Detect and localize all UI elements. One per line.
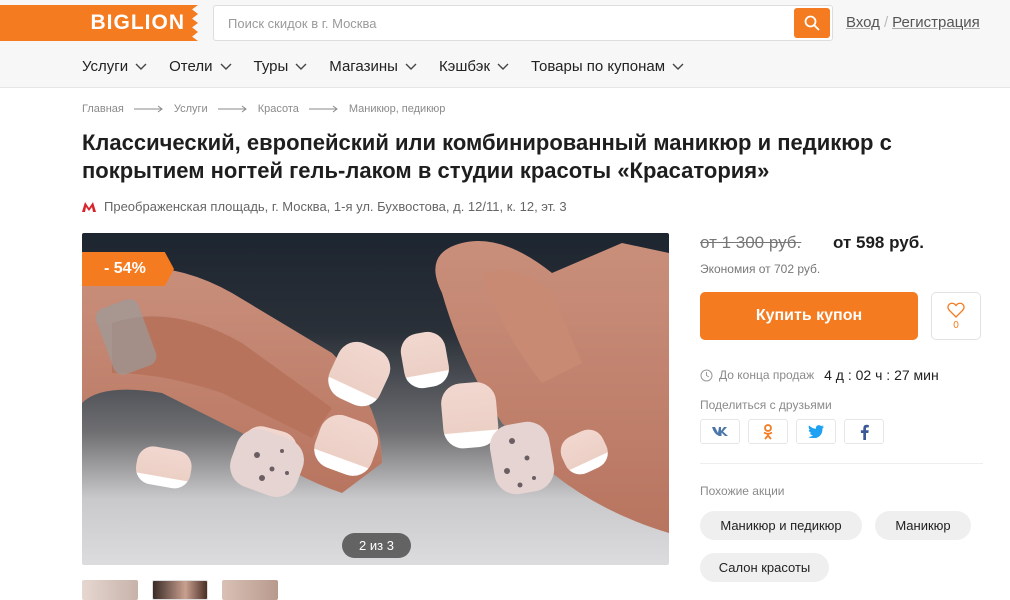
biglion-logo[interactable]: BIGLION bbox=[0, 5, 198, 41]
old-price: от 1 300 руб. bbox=[700, 233, 802, 252]
login-link[interactable]: Вход bbox=[846, 14, 880, 31]
metro-icon bbox=[82, 201, 96, 212]
auth-links: Вход / Регистрация bbox=[846, 14, 980, 31]
share-buttons bbox=[700, 419, 884, 444]
search-input[interactable] bbox=[214, 6, 794, 40]
chevron-down-icon bbox=[220, 63, 231, 70]
arrow-right-icon bbox=[217, 105, 247, 113]
new-price: от 598 руб. bbox=[833, 233, 924, 252]
favorite-button[interactable]: 0 bbox=[931, 292, 981, 340]
odnoklassniki-icon bbox=[763, 423, 773, 440]
arrow-right-icon bbox=[133, 105, 163, 113]
chevron-down-icon bbox=[295, 63, 307, 70]
main-nav: Услуги Отели Туры Магазины Кэшбэк Товары… bbox=[82, 58, 706, 75]
chevron-down-icon bbox=[135, 63, 147, 70]
nav-item-coupon-goods[interactable]: Товары по купонам bbox=[531, 58, 684, 75]
thumbnail-1[interactable] bbox=[82, 580, 138, 600]
thumbnail-strip bbox=[82, 580, 278, 600]
clock-icon bbox=[700, 369, 713, 381]
auth-separator: / bbox=[883, 14, 889, 31]
breadcrumb-services[interactable]: Услуги bbox=[174, 103, 208, 115]
address-text: Преображенская площадь, г. Москва, 1-я у… bbox=[104, 199, 567, 214]
similar-tag-manicure[interactable]: Маникюр bbox=[875, 511, 971, 540]
breadcrumb-manicure[interactable]: Маникюр, педикюр bbox=[349, 103, 446, 115]
facebook-icon bbox=[860, 424, 869, 440]
share-twitter-button[interactable] bbox=[796, 419, 836, 444]
breadcrumb-home[interactable]: Главная bbox=[82, 103, 124, 115]
nav-item-hotels[interactable]: Отели bbox=[169, 58, 231, 75]
page-title: Классический, европейский или комбиниров… bbox=[82, 130, 892, 183]
nav-item-tours[interactable]: Туры bbox=[254, 58, 308, 75]
address: Преображенская площадь, г. Москва, 1-я у… bbox=[82, 199, 567, 214]
chevron-down-icon bbox=[405, 63, 417, 70]
sale-deadline: До конца продаж 4 д : 02 ч : 27 мин bbox=[700, 367, 939, 383]
photo-counter: 2 из 3 bbox=[342, 533, 411, 558]
arrow-right-icon bbox=[308, 105, 338, 113]
nav-item-services[interactable]: Услуги bbox=[82, 58, 147, 75]
vk-icon bbox=[712, 427, 728, 436]
chevron-down-icon bbox=[497, 63, 509, 70]
nav-label: Услуги bbox=[82, 58, 129, 75]
nav-label: Туры bbox=[253, 58, 289, 75]
divider bbox=[700, 463, 983, 464]
deal-photo[interactable] bbox=[82, 233, 669, 565]
search-icon bbox=[804, 15, 820, 31]
buy-coupon-button[interactable]: Купить купон bbox=[700, 292, 918, 340]
similar-deals-label: Похожие акции bbox=[700, 484, 785, 498]
breadcrumb-beauty[interactable]: Красота bbox=[258, 103, 299, 115]
deadline-timer: 4 д : 02 ч : 27 мин bbox=[824, 367, 939, 383]
chevron-down-icon bbox=[672, 63, 684, 70]
breadcrumb: Главная Услуги Красота Маникюр, педикюр bbox=[82, 103, 445, 115]
similar-tag-beauty-salon[interactable]: Салон красоты bbox=[700, 553, 829, 582]
share-facebook-button[interactable] bbox=[844, 419, 884, 444]
search-button[interactable] bbox=[794, 8, 830, 38]
thumbnail-3[interactable] bbox=[222, 580, 278, 600]
favorite-count: 0 bbox=[953, 319, 959, 331]
nav-item-cashback[interactable]: Кэшбэк bbox=[439, 58, 509, 75]
manicure-image bbox=[82, 241, 669, 533]
share-vk-button[interactable] bbox=[700, 419, 740, 444]
nav-label: Магазины bbox=[329, 58, 398, 75]
register-link[interactable]: Регистрация bbox=[892, 14, 980, 31]
share-ok-button[interactable] bbox=[748, 419, 788, 444]
similar-tag-manicure-pedicure[interactable]: Маникюр и педикюр bbox=[700, 511, 862, 540]
nav-label: Кэшбэк bbox=[438, 58, 491, 75]
deadline-label: До конца продаж bbox=[719, 368, 815, 382]
nav-label: Отели bbox=[169, 58, 213, 75]
saving-text: Экономия от 702 руб. bbox=[700, 262, 821, 276]
nav-item-shops[interactable]: Магазины bbox=[329, 58, 417, 75]
nav-label: Товары по купонам bbox=[531, 58, 666, 75]
heart-icon bbox=[947, 302, 965, 318]
share-label: Поделиться с друзьями bbox=[700, 398, 832, 412]
search-bar bbox=[213, 5, 833, 41]
discount-badge: - 54% bbox=[82, 252, 174, 286]
twitter-icon bbox=[808, 425, 824, 438]
thumbnail-2[interactable] bbox=[152, 580, 208, 600]
